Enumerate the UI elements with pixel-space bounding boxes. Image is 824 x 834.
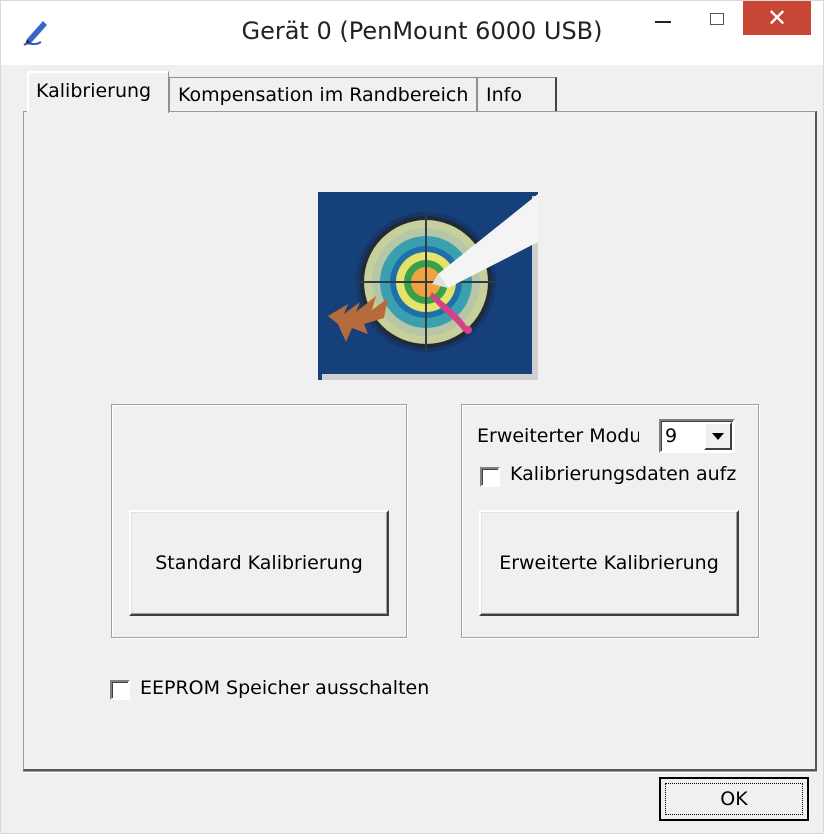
dialog-content: Kalibrierung Kompensation im Randbereich… — [23, 71, 817, 771]
eeprom-disable-checkbox[interactable] — [110, 680, 130, 700]
tab-strip: Kalibrierung Kompensation im Randbereich… — [23, 71, 817, 113]
ok-button[interactable]: OK — [659, 777, 809, 821]
tab-kompensation[interactable]: Kompensation im Randbereich — [169, 77, 477, 111]
maximize-button[interactable] — [695, 1, 739, 37]
tab-info[interactable]: Info — [477, 77, 557, 111]
standard-calibration-group: Standard Kalibrierung — [111, 404, 407, 638]
save-calibration-data-label[interactable]: Kalibrierungsdaten aufzeichnen — [510, 463, 736, 485]
calibration-target-image — [318, 192, 538, 380]
maximize-icon — [710, 13, 724, 25]
footer-divider — [23, 771, 817, 773]
advanced-mode-select[interactable]: 9 — [659, 419, 735, 453]
title-bar[interactable]: Gerät 0 (PenMount 6000 USB) ✕ — [1, 1, 823, 65]
minimize-icon — [655, 21, 671, 23]
eeprom-disable-label[interactable]: EEPROM Speicher ausschalten — [140, 677, 429, 699]
minimize-button[interactable] — [641, 1, 685, 37]
calibration-dialog: Gerät 0 (PenMount 6000 USB) ✕ Kalibrieru… — [0, 0, 824, 834]
advanced-mode-label: Erweiterter Modus — [477, 425, 639, 447]
advanced-calibration-button[interactable]: Erweiterte Kalibrierung — [479, 510, 739, 616]
save-calibration-data-checkbox[interactable] — [480, 467, 500, 487]
standard-calibration-button[interactable]: Standard Kalibrierung — [129, 510, 389, 616]
advanced-mode-value: 9 — [665, 425, 678, 447]
advanced-calibration-group: Erweiterter Modus 9 Kalibrierungsdaten a… — [461, 404, 759, 638]
tab-panel-kalibrierung: Standard Kalibrierung Erweiterter Modus … — [23, 111, 817, 771]
tab-kalibrierung[interactable]: Kalibrierung — [27, 71, 169, 113]
dropdown-arrow-icon[interactable] — [704, 422, 732, 450]
close-icon: ✕ — [766, 4, 788, 32]
close-button[interactable]: ✕ — [743, 1, 811, 35]
